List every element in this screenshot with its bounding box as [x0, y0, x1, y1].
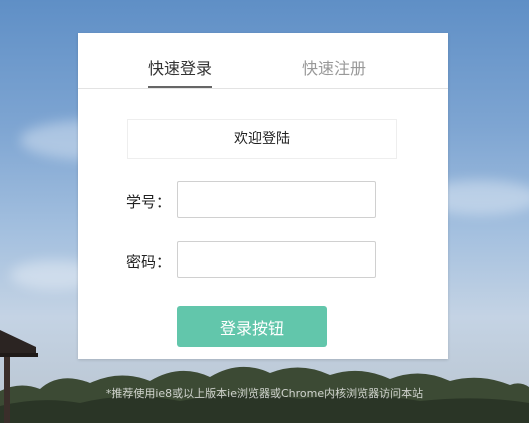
login-card: 快速登录 快速注册 欢迎登陆 学号： 密码： 登录按钮 — [78, 33, 448, 359]
browser-recommendation-note: *推荐使用ie8或以上版本ie浏览器或Chrome内核浏览器访问本站 — [105, 387, 424, 400]
student-id-row: 学号： — [126, 181, 378, 219]
password-label: 密码： — [126, 253, 172, 271]
login-page: 快速登录 快速注册 欢迎登陆 学号： 密码： 登录按钮 *推荐使用ie8或以上版… — [0, 0, 529, 423]
password-input[interactable] — [177, 241, 376, 278]
student-id-label: 学号： — [126, 193, 172, 211]
student-id-input[interactable] — [177, 181, 376, 218]
login-button[interactable]: 登录按钮 — [177, 306, 327, 347]
password-row: 密码： — [126, 241, 378, 279]
tab-bar: 快速登录 快速注册 — [78, 33, 448, 89]
tab-quick-register[interactable]: 快速注册 — [302, 55, 366, 79]
welcome-banner: 欢迎登陆 — [127, 119, 397, 159]
background-pavilion — [0, 330, 38, 423]
tab-quick-login[interactable]: 快速登录 — [148, 55, 212, 79]
active-tab-indicator — [148, 86, 212, 88]
